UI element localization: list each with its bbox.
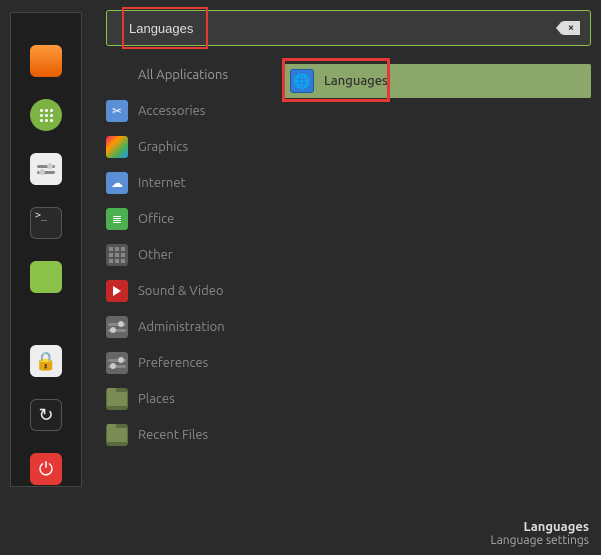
category-icon-prefs: [106, 352, 128, 374]
clear-search-icon[interactable]: ×: [562, 21, 580, 35]
apps-icon[interactable]: [30, 99, 62, 131]
category-internet[interactable]: ☁ Internet: [106, 172, 266, 194]
category-label: Graphics: [138, 140, 188, 154]
category-icon-sound: [106, 280, 128, 302]
footer-subtitle: Language settings: [491, 534, 589, 547]
category-icon-office: ≣: [106, 208, 128, 230]
category-other[interactable]: Other: [106, 244, 266, 266]
category-places[interactable]: Places: [106, 388, 266, 410]
files-icon[interactable]: [30, 261, 62, 293]
category-label: Accessories: [138, 104, 205, 118]
settings-icon[interactable]: [30, 153, 62, 185]
search-results: 🌐 Languages: [284, 64, 591, 446]
firefox-icon[interactable]: [30, 45, 62, 77]
search-input[interactable]: [117, 21, 562, 36]
category-label: Sound & Video: [138, 284, 224, 298]
category-prefs[interactable]: Preferences: [106, 352, 266, 374]
result-label: Languages: [324, 74, 388, 88]
category-icon-graphics: [106, 136, 128, 158]
category-icon-recent: [106, 424, 128, 446]
globe-icon: 🌐: [290, 69, 314, 93]
lock-icon[interactable]: 🔒: [30, 345, 62, 377]
footer-title: Languages: [491, 520, 589, 534]
app-menu: × All Applications ✂ Accessories Graphics ☁ I…: [106, 10, 591, 555]
category-all[interactable]: All Applications: [106, 64, 266, 86]
category-label: Office: [138, 212, 174, 226]
category-office[interactable]: ≣ Office: [106, 208, 266, 230]
status-footer: Languages Language settings: [491, 520, 589, 547]
category-accessories[interactable]: ✂ Accessories: [106, 100, 266, 122]
category-icon-other: [106, 244, 128, 266]
category-icon-admin: [106, 316, 128, 338]
category-label: Recent Files: [138, 428, 208, 442]
category-label: Places: [138, 392, 175, 406]
category-list: All Applications ✂ Accessories Graphics ☁ Int…: [106, 64, 266, 446]
category-icon-places: [106, 388, 128, 410]
category-graphics[interactable]: Graphics: [106, 136, 266, 158]
category-label: Administration: [138, 320, 225, 334]
category-label: Internet: [138, 176, 186, 190]
category-sound[interactable]: Sound & Video: [106, 280, 266, 302]
category-icon-internet: ☁: [106, 172, 128, 194]
reload-icon[interactable]: ↻: [30, 399, 62, 431]
category-label: Other: [138, 248, 173, 262]
category-label: All Applications: [138, 68, 228, 82]
category-icon-accessories: ✂: [106, 100, 128, 122]
result-languages[interactable]: 🌐 Languages: [284, 64, 591, 98]
category-recent[interactable]: Recent Files: [106, 424, 266, 446]
category-label: Preferences: [138, 356, 208, 370]
power-icon[interactable]: ⏻: [30, 453, 62, 485]
launcher-sidebar: >_ 🔒 ↻ ⏻: [10, 12, 82, 487]
terminal-icon[interactable]: >_: [30, 207, 62, 239]
category-admin[interactable]: Administration: [106, 316, 266, 338]
search-field-wrap: ×: [106, 10, 591, 46]
